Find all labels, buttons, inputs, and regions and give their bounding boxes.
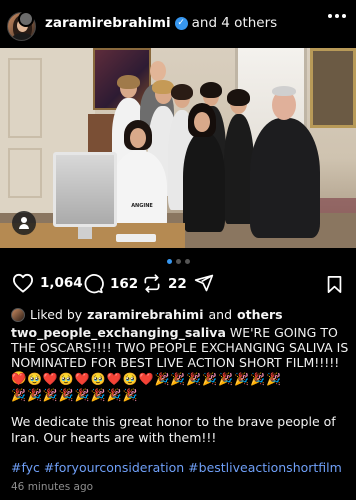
- computer-monitor: [53, 152, 117, 227]
- more-icon[interactable]: [328, 14, 346, 18]
- carousel-dot: [166, 259, 172, 264]
- repost-count[interactable]: 22: [168, 276, 187, 292]
- caption-paragraph-2: We dedicate this great honor to the brav…: [11, 414, 336, 445]
- author-username[interactable]: zaramirebrahimi: [45, 15, 171, 31]
- caption-hashtags[interactable]: #fyc #foryourconsideration #bestliveacti…: [11, 460, 356, 475]
- comment-button[interactable]: 162: [83, 273, 138, 294]
- share-icon: [194, 274, 214, 292]
- caption-emoji-line-2: 🎉🎉🎉🎉🎉🎉🎉🎉: [11, 388, 139, 402]
- header-title: zaramirebrahimi ✓ and 4 others: [45, 15, 277, 31]
- tshirt-print: ANGINE: [131, 203, 153, 209]
- like-count[interactable]: 1,064: [40, 275, 83, 291]
- user-tag-icon[interactable]: [12, 211, 36, 235]
- carousel-dot: [175, 259, 181, 264]
- carousel-indicator: [0, 259, 356, 264]
- liked-by[interactable]: Liked by zaramirebrahimi and others: [11, 307, 283, 322]
- share-button[interactable]: [194, 273, 214, 293]
- liked-by-others[interactable]: others: [237, 307, 283, 322]
- repost-button[interactable]: 22: [142, 273, 187, 294]
- verified-icon: ✓: [174, 16, 188, 30]
- collaborators-link[interactable]: and 4 others: [192, 15, 278, 31]
- liked-by-connector: and: [208, 307, 233, 322]
- comment-icon: [84, 274, 104, 294]
- liked-by-prefix: Liked by: [30, 307, 83, 322]
- comment-count[interactable]: 162: [110, 276, 138, 292]
- repost-icon: [144, 274, 160, 293]
- caption-username[interactable]: two_people_exchanging_saliva: [11, 325, 226, 340]
- liked-by-user[interactable]: zaramirebrahimi: [87, 307, 203, 322]
- post-timestamp: 46 minutes ago: [11, 481, 94, 493]
- post-photo[interactable]: ANGINE: [0, 48, 356, 248]
- carousel-dot: [184, 259, 190, 264]
- collaborator-avatar[interactable]: [18, 11, 34, 27]
- bookmark-icon: [327, 275, 342, 293]
- save-button[interactable]: [326, 275, 343, 298]
- picture-frame: [310, 48, 356, 128]
- action-bar: 1,064 162 22: [0, 273, 356, 299]
- like-button[interactable]: 1,064: [12, 273, 83, 293]
- heart-icon: [13, 273, 33, 293]
- caption-emoji-line-1: ❤️🥹❤️🥹❤️🥹❤️🥹❤️🎉🎉🎉🎉🎉🎉🎉🎉: [11, 372, 283, 386]
- liked-by-avatar: [11, 307, 25, 322]
- post-header: zaramirebrahimi ✓ and 4 others: [0, 0, 356, 48]
